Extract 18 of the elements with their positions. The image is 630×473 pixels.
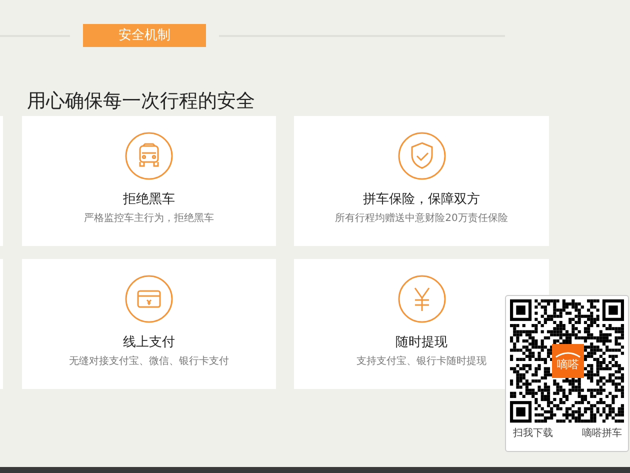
- feature-title: 拼车保险，保障双方: [363, 192, 480, 208]
- logo-text: 嘀嗒: [557, 358, 579, 370]
- feature-title: 拒绝黑车: [123, 192, 175, 208]
- feature-description: 所有行程均赠送中意财险20万责任保险: [335, 212, 508, 225]
- feature-title: 随时提现: [396, 335, 448, 351]
- qr-caption: 嘀嗒拼车: [582, 427, 622, 441]
- car-icon: [125, 132, 173, 180]
- qr-caption: 扫我下载: [513, 427, 553, 441]
- feature-description: 无缝对接支付宝、微信、银行卡支付: [69, 355, 229, 368]
- feature-description: 支持支付宝、银行卡随时提现: [356, 355, 486, 368]
- feature-title: 线上支付: [123, 335, 175, 351]
- yen-icon: [398, 275, 446, 323]
- section-heading: 用心确保每一次行程的安全: [27, 89, 256, 113]
- section-tab[interactable]: 安全机制: [83, 24, 206, 47]
- feature-description: 严格监控车主行为，拒绝黑车: [84, 212, 214, 225]
- car-roof-icon: [555, 352, 581, 358]
- shield-check-icon: [398, 132, 446, 180]
- bank-card-icon: [125, 275, 173, 323]
